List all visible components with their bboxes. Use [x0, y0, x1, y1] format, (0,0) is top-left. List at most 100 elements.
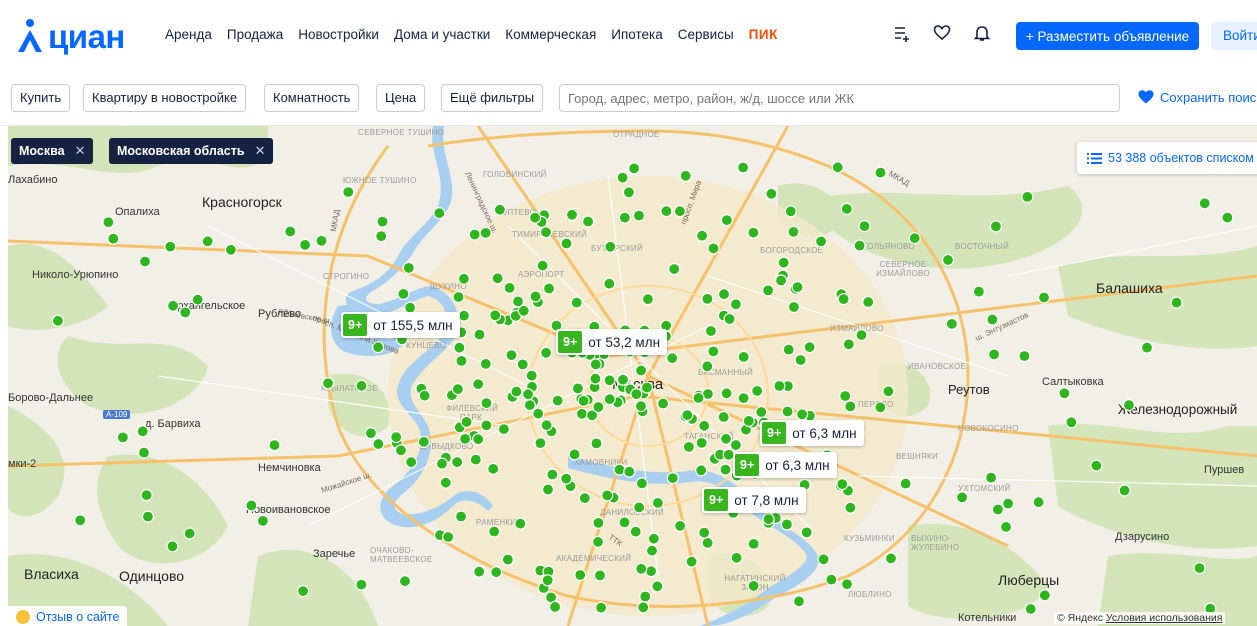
listing-marker[interactable]: [701, 536, 714, 549]
listing-marker[interactable]: [405, 456, 418, 469]
listing-marker[interactable]: [460, 415, 473, 428]
listing-marker[interactable]: [138, 255, 152, 268]
listing-marker[interactable]: [510, 385, 523, 398]
listing-marker[interactable]: [855, 328, 868, 342]
listing-marker[interactable]: [472, 378, 485, 391]
listing-marker[interactable]: [613, 463, 626, 476]
listing-marker[interactable]: [1037, 291, 1051, 304]
listing-marker[interactable]: [581, 215, 595, 228]
listing-marker[interactable]: [698, 419, 711, 432]
listing-marker[interactable]: [439, 476, 452, 489]
listing-marker[interactable]: [651, 580, 664, 593]
listing-marker[interactable]: [737, 392, 750, 405]
listing-marker[interactable]: [884, 552, 898, 565]
listing-marker[interactable]: [593, 569, 607, 582]
listing-marker[interactable]: [640, 381, 654, 394]
price-cluster[interactable]: 9+ от 53,2 млн: [556, 329, 668, 355]
listing-marker[interactable]: [578, 492, 591, 505]
listing-marker[interactable]: [1038, 589, 1051, 602]
listing-marker[interactable]: [737, 350, 750, 363]
listing-marker[interactable]: [681, 409, 694, 422]
listing-marker[interactable]: [685, 555, 698, 568]
listing-marker[interactable]: [1170, 296, 1183, 309]
save-search-button[interactable]: Сохранить поиск: [1138, 89, 1257, 105]
listing-marker[interactable]: [402, 261, 415, 274]
listing-marker[interactable]: [589, 358, 602, 371]
listing-marker[interactable]: [616, 373, 630, 386]
feedback-link[interactable]: Отзыв о сайте: [8, 606, 128, 626]
price-cluster[interactable]: 9+ от 6,3 млн: [733, 452, 837, 478]
listing-marker[interactable]: [673, 205, 687, 218]
listing-marker[interactable]: [762, 513, 775, 526]
listing-marker[interactable]: [140, 489, 153, 502]
listing-marker[interactable]: [480, 419, 493, 432]
listing-marker[interactable]: [899, 477, 912, 490]
listing-marker[interactable]: [468, 228, 481, 241]
login-button[interactable]: Войти: [1211, 22, 1257, 50]
listing-marker[interactable]: [191, 293, 204, 306]
listing-marker[interactable]: [787, 225, 800, 239]
listing-marker[interactable]: [542, 282, 556, 295]
listing-marker[interactable]: [469, 453, 482, 466]
listing-marker[interactable]: [601, 489, 614, 502]
listing-marker[interactable]: [784, 205, 797, 218]
listing-marker[interactable]: [451, 383, 464, 396]
listing-marker[interactable]: [858, 219, 871, 233]
listing-marker[interactable]: [972, 285, 986, 298]
listing-marker[interactable]: [755, 405, 768, 419]
list-view-button[interactable]: 53 388 объектов списком: [1077, 142, 1257, 174]
listing-marker[interactable]: [729, 438, 743, 452]
listing-marker[interactable]: [452, 290, 465, 304]
listing-marker[interactable]: [529, 290, 542, 303]
listing-marker[interactable]: [629, 525, 642, 538]
listing-marker[interactable]: [618, 516, 631, 529]
listing-marker[interactable]: [577, 394, 590, 407]
listing-marker[interactable]: [372, 437, 385, 451]
listing-marker[interactable]: [644, 565, 658, 578]
listing-marker[interactable]: [1118, 484, 1131, 497]
listing-marker[interactable]: [682, 440, 696, 453]
listing-marker[interactable]: [603, 374, 616, 387]
listing-marker[interactable]: [747, 579, 760, 592]
listing-marker[interactable]: [632, 209, 646, 222]
listing-marker[interactable]: [183, 527, 196, 540]
listing-markers[interactable]: [8, 126, 1257, 626]
listing-marker[interactable]: [773, 379, 786, 393]
listing-marker[interactable]: [521, 388, 535, 401]
listing-marker[interactable]: [635, 477, 649, 490]
listing-marker[interactable]: [1032, 496, 1045, 509]
listing-marker[interactable]: [747, 537, 760, 550]
listing-marker[interactable]: [704, 324, 718, 338]
listing-marker[interactable]: [472, 433, 485, 446]
listing-marker[interactable]: [102, 216, 115, 229]
listing-marker[interactable]: [794, 353, 807, 367]
listing-marker[interactable]: [268, 439, 281, 452]
listing-marker[interactable]: [736, 161, 750, 174]
listing-marker[interactable]: [666, 472, 679, 485]
bell-icon[interactable]: [973, 24, 991, 42]
listing-marker[interactable]: [984, 471, 998, 484]
listing-marker[interactable]: [630, 388, 643, 401]
listing-marker[interactable]: [141, 510, 154, 523]
listing-marker[interactable]: [546, 468, 559, 481]
listing-marker[interactable]: [908, 231, 921, 245]
listing-marker[interactable]: [831, 161, 844, 174]
listing-marker[interactable]: [493, 203, 506, 216]
listing-marker[interactable]: [528, 211, 542, 224]
listing-marker[interactable]: [179, 306, 192, 319]
nav-rent[interactable]: Аренда: [165, 27, 212, 42]
listing-marker[interactable]: [1024, 602, 1037, 616]
price-cluster[interactable]: 9+ от 7,8 млн: [702, 487, 806, 513]
listing-marker[interactable]: [1065, 416, 1078, 429]
listing-marker[interactable]: [539, 346, 553, 359]
close-icon[interactable]: ✕: [75, 143, 86, 159]
listing-marker[interactable]: [453, 341, 466, 354]
listing-marker[interactable]: [882, 385, 895, 398]
nav-new-buildings[interactable]: Новостройки: [298, 27, 379, 42]
listing-marker[interactable]: [473, 328, 486, 341]
listing-marker[interactable]: [321, 377, 335, 390]
chip-moskva[interactable]: Москва ✕: [11, 138, 94, 164]
listing-marker[interactable]: [570, 296, 583, 309]
listing-marker[interactable]: [791, 281, 804, 294]
price-select[interactable]: Цена: [376, 84, 426, 112]
